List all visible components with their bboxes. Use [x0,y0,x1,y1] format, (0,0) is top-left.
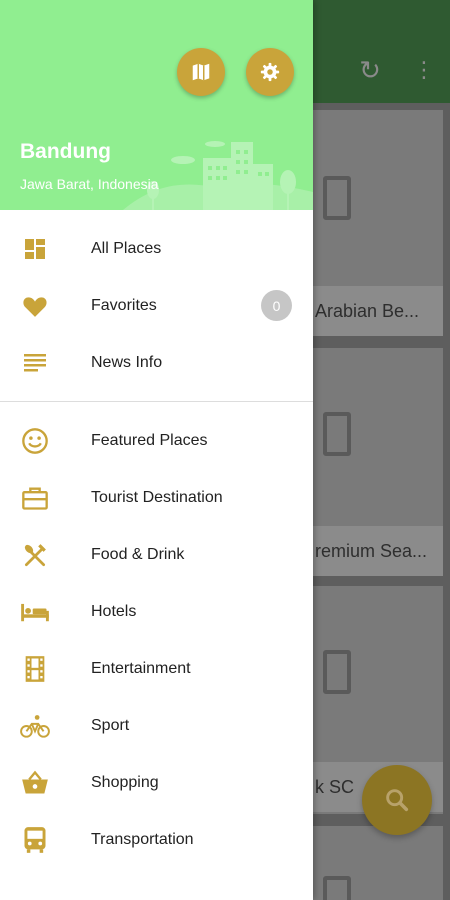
menu-item-hotels[interactable]: Hotels [0,583,313,640]
menu-item-label: Sport [91,716,130,734]
menu-item-label: Transportation [91,830,194,848]
menu-item-all-places[interactable]: All Places [0,220,313,277]
menu-item-label: Featured Places [91,431,208,449]
bus-icon [20,825,50,855]
menu-item-label: All Places [91,239,162,257]
image-placeholder-icon [323,176,351,220]
menu-item-label: Hotels [91,602,137,620]
image-placeholder-icon [323,412,351,456]
place-card[interactable] [313,826,443,900]
more-vert-icon[interactable]: ⋮ [409,55,439,85]
search-fab[interactable] [362,765,432,835]
gear-icon [260,62,280,82]
menu-item-label: Tourist Destination [91,488,223,506]
menu-item-transportation[interactable]: Transportation [0,811,313,868]
menu-item-label: Shopping [91,773,159,791]
basket-icon [20,768,50,798]
drawer-menu: All Places Favorites 0 News Info Feature… [0,210,313,868]
menu-item-label: News Info [91,353,163,371]
menu-item-shopping[interactable]: Shopping [0,754,313,811]
settings-button[interactable] [246,48,294,96]
place-card[interactable]: Arabian Be... [313,110,443,336]
menu-item-food-drink[interactable]: Food & Drink [0,526,313,583]
favorites-count-badge: 0 [261,290,292,321]
image-placeholder-icon [323,876,351,900]
navigation-drawer: Bandung Jawa Barat, Indonesia All Places… [0,0,313,900]
app-toolbar: ↻ ⋮ [313,0,450,103]
map-icon [192,63,210,81]
menu-item-favorites[interactable]: Favorites 0 [0,277,313,334]
smiley-icon [20,426,50,456]
film-icon [20,654,50,684]
grid-icon [20,234,50,264]
bed-icon [20,597,50,627]
menu-item-entertainment[interactable]: Entertainment [0,640,313,697]
city-name: Bandung [20,140,111,163]
menu-item-sport[interactable]: Sport [0,697,313,754]
heart-icon [20,291,50,321]
menu-item-tourist-destination[interactable]: Tourist Destination [0,469,313,526]
drawer-header: Bandung Jawa Barat, Indonesia [0,0,313,210]
menu-item-news-info[interactable]: News Info [0,334,313,391]
map-button[interactable] [177,48,225,96]
menu-item-label: Food & Drink [91,545,185,563]
city-skyline-illustration [123,141,313,210]
news-icon [20,348,50,378]
image-placeholder-icon [323,650,351,694]
refresh-icon[interactable]: ↻ [355,55,385,85]
utensils-icon [20,540,50,570]
search-icon [386,789,409,812]
place-card-caption: Arabian Be... [313,286,443,336]
region-name: Jawa Barat, Indonesia [20,176,159,192]
menu-item-label: Favorites [91,296,157,314]
bicycle-icon [20,711,50,741]
briefcase-icon [20,483,50,513]
menu-item-label: Entertainment [91,659,191,677]
place-card[interactable]: remium Sea... [313,348,443,576]
menu-item-featured-places[interactable]: Featured Places [0,412,313,469]
menu-divider [0,401,313,402]
place-card-caption: remium Sea... [313,526,443,576]
